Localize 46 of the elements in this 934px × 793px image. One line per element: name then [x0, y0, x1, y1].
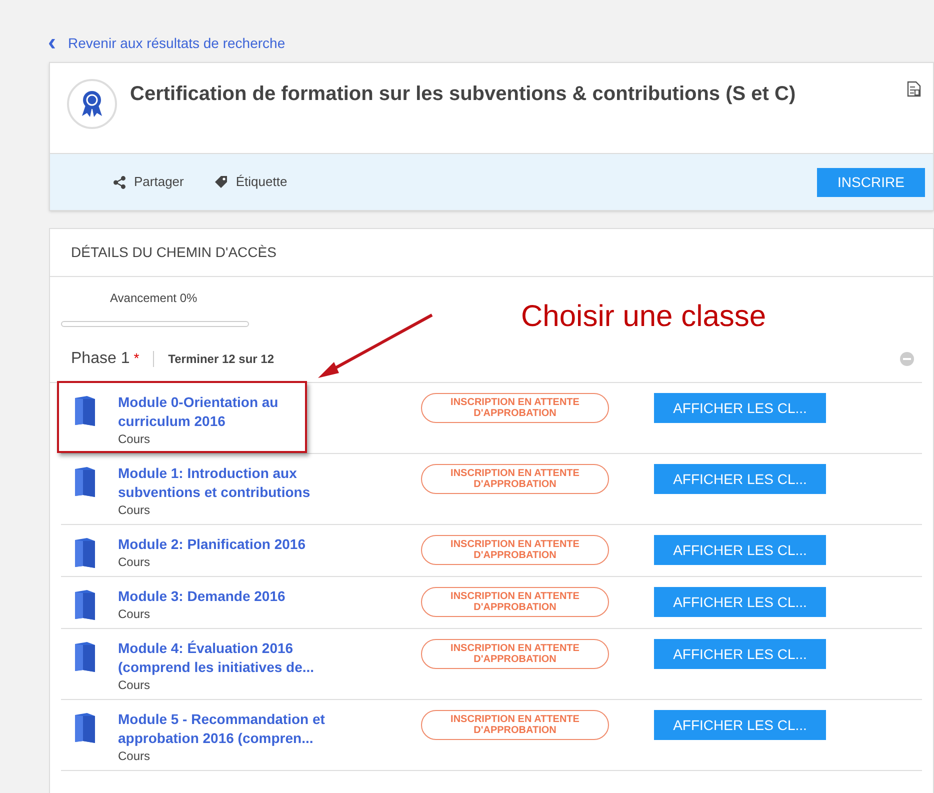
status-badge: INSCRIPTION EN ATTENTE D'APPROBATION	[421, 710, 609, 740]
status-badge: INSCRIPTION EN ATTENTE D'APPROBATION	[421, 535, 609, 565]
document-icon[interactable]	[907, 81, 921, 97]
module-title-link[interactable]: Module 5 - Recommandation et approbation 2016 (compren...	[118, 710, 350, 748]
progress-label: Avancement 0%	[110, 290, 198, 307]
back-link[interactable]: Revenir aux résultats de recherche	[68, 32, 286, 54]
module-title-link[interactable]: Module 4: Évaluation 2016 (comprend les initiatives de...	[118, 639, 350, 677]
module-title-link[interactable]: Module 0-Orientation au curriculum 2016	[118, 393, 350, 431]
course-title: Certification de formation sur les subventions & contributions (S et C)	[130, 82, 796, 107]
module-title-link[interactable]: Module 3: Demande 2016	[118, 587, 350, 606]
book-icon	[73, 589, 97, 621]
tag-icon	[214, 175, 228, 189]
back-chevron-icon[interactable]: ‹	[48, 31, 56, 55]
annotation-text: Choisir une classe	[521, 302, 766, 332]
book-icon	[73, 395, 97, 427]
module-type: Cours	[118, 606, 152, 623]
module-type: Cours	[118, 554, 152, 571]
module-type: Cours	[118, 748, 152, 765]
section-heading: DÉTAILS DU CHEMIN D'ACCÈS	[71, 243, 276, 262]
phase-title: Phase 1	[71, 348, 130, 368]
status-badge: INSCRIPTION EN ATTENTE D'APPROBATION	[421, 464, 609, 494]
book-icon	[73, 537, 97, 569]
module-type: Cours	[118, 502, 152, 519]
enroll-button[interactable]: INSCRIRE	[817, 168, 925, 196]
certificate-badge-icon	[67, 79, 117, 129]
book-icon	[73, 641, 97, 673]
book-icon	[73, 712, 97, 744]
phase-completion: Terminer 12 sur 12	[168, 350, 274, 368]
required-mark: *	[134, 349, 140, 368]
status-badge: INSCRIPTION EN ATTENTE D'APPROBATION	[421, 393, 609, 423]
view-classes-button[interactable]: AFFICHER LES CL...	[654, 587, 826, 617]
share-button[interactable]: Partager	[113, 172, 184, 192]
status-badge: INSCRIPTION EN ATTENTE D'APPROBATION	[421, 639, 609, 669]
book-icon	[73, 466, 97, 498]
tag-button[interactable]: Étiquette	[214, 172, 288, 192]
view-classes-button[interactable]: AFFICHER LES CL...	[654, 535, 826, 565]
module-type: Cours	[118, 431, 152, 448]
view-classes-button[interactable]: AFFICHER LES CL...	[654, 393, 826, 423]
view-classes-button[interactable]: AFFICHER LES CL...	[654, 464, 826, 494]
view-classes-button[interactable]: AFFICHER LES CL...	[654, 639, 826, 669]
status-badge: INSCRIPTION EN ATTENTE D'APPROBATION	[421, 587, 609, 617]
view-classes-button[interactable]: AFFICHER LES CL...	[654, 710, 826, 740]
module-title-link[interactable]: Module 1: Introduction aux subventions et contributions	[118, 464, 350, 502]
module-title-link[interactable]: Module 2: Planification 2016	[118, 535, 350, 554]
module-type: Cours	[118, 677, 152, 694]
share-icon	[113, 176, 126, 188]
